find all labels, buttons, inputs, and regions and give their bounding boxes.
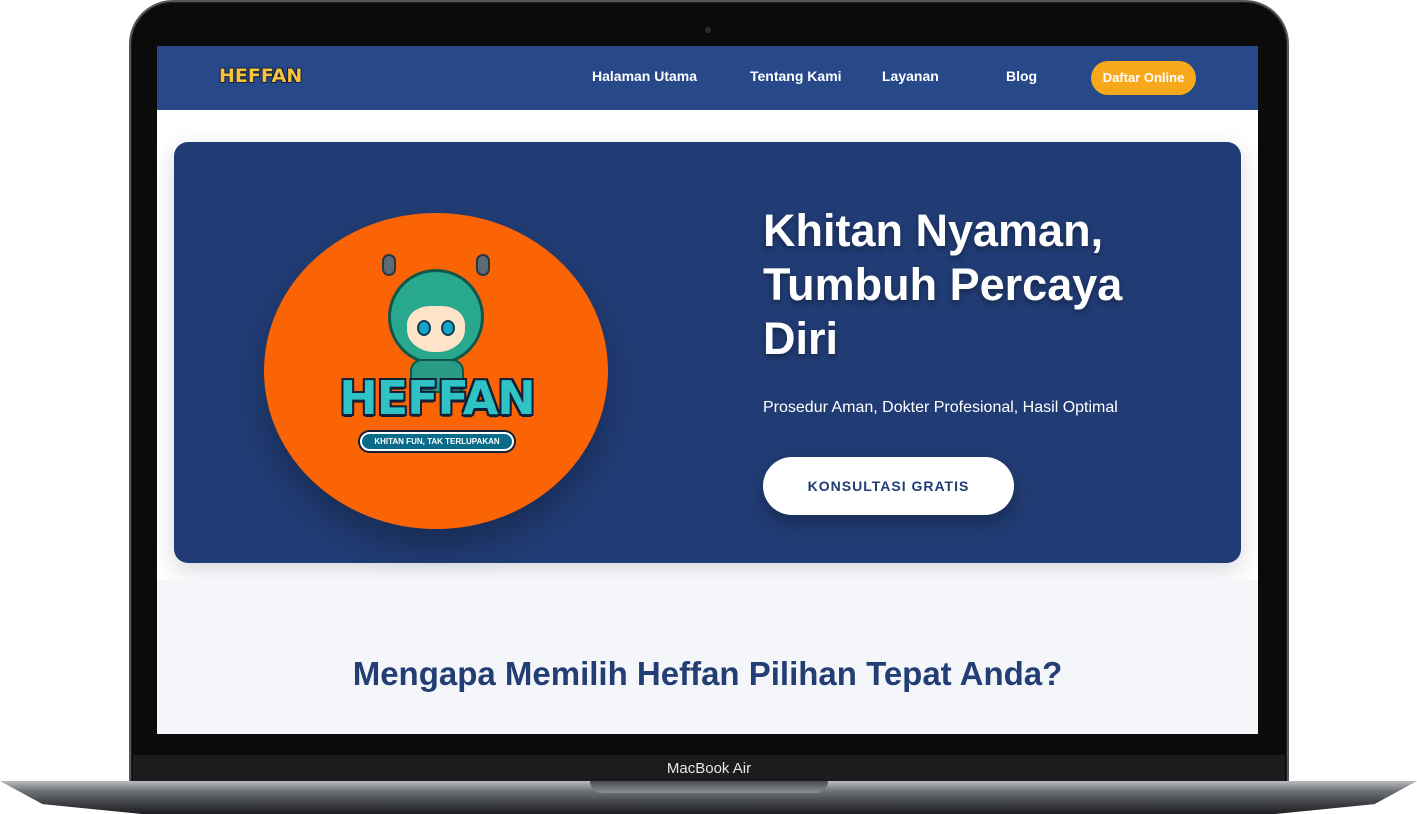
- navbar: HEFFAN Halaman Utama Tentang Kami Layana…: [157, 46, 1258, 110]
- camera-dot: [705, 27, 711, 33]
- site-logo[interactable]: HEFFAN: [219, 65, 302, 87]
- mascot-face: [407, 306, 465, 352]
- browser-screen: HEFFAN Halaman Utama Tentang Kami Layana…: [157, 46, 1258, 734]
- mascot-left-eye: [417, 320, 431, 336]
- mascot-helmet: [388, 269, 484, 365]
- mascot-right-eye: [441, 320, 455, 336]
- hero-subtitle: Prosedur Aman, Dokter Profesional, Hasil…: [763, 399, 1118, 416]
- nav-item-halaman-utama[interactable]: Halaman Utama: [592, 68, 697, 84]
- konsultasi-gratis-button[interactable]: KONSULTASI GRATIS: [763, 457, 1014, 515]
- hero-brand-tagline: KHITAN FUN, TAK TERLUPAKAN: [360, 432, 514, 451]
- mascot-right-headphone: [476, 254, 490, 276]
- why-section-title: Mengapa Memilih Heffan Pilihan Tepat And…: [352, 655, 1063, 692]
- laptop-base-notch: [590, 781, 828, 793]
- daftar-online-button[interactable]: Daftar Online: [1091, 61, 1196, 95]
- hero-logo-circle: HEFFAN KHITAN FUN, TAK TERLUPAKAN: [264, 213, 608, 529]
- device-label: MacBook Air: [133, 755, 1285, 782]
- hero-brand-logo: HEFFAN: [339, 371, 536, 425]
- nav-item-blog[interactable]: Blog: [1006, 68, 1037, 84]
- nav-item-tentang-kami[interactable]: Tentang Kami: [750, 68, 842, 84]
- mascot-left-headphone: [382, 254, 396, 276]
- why-section: Mengapa Memilih Heffan Pilihan Tepat And…: [157, 580, 1258, 734]
- nav-item-layanan[interactable]: Layanan: [882, 68, 939, 84]
- hero-banner: HEFFAN KHITAN FUN, TAK TERLUPAKAN Khitan…: [174, 142, 1241, 563]
- hero-title: Khitan Nyaman, Tumbuh Percaya Diri: [763, 205, 1123, 364]
